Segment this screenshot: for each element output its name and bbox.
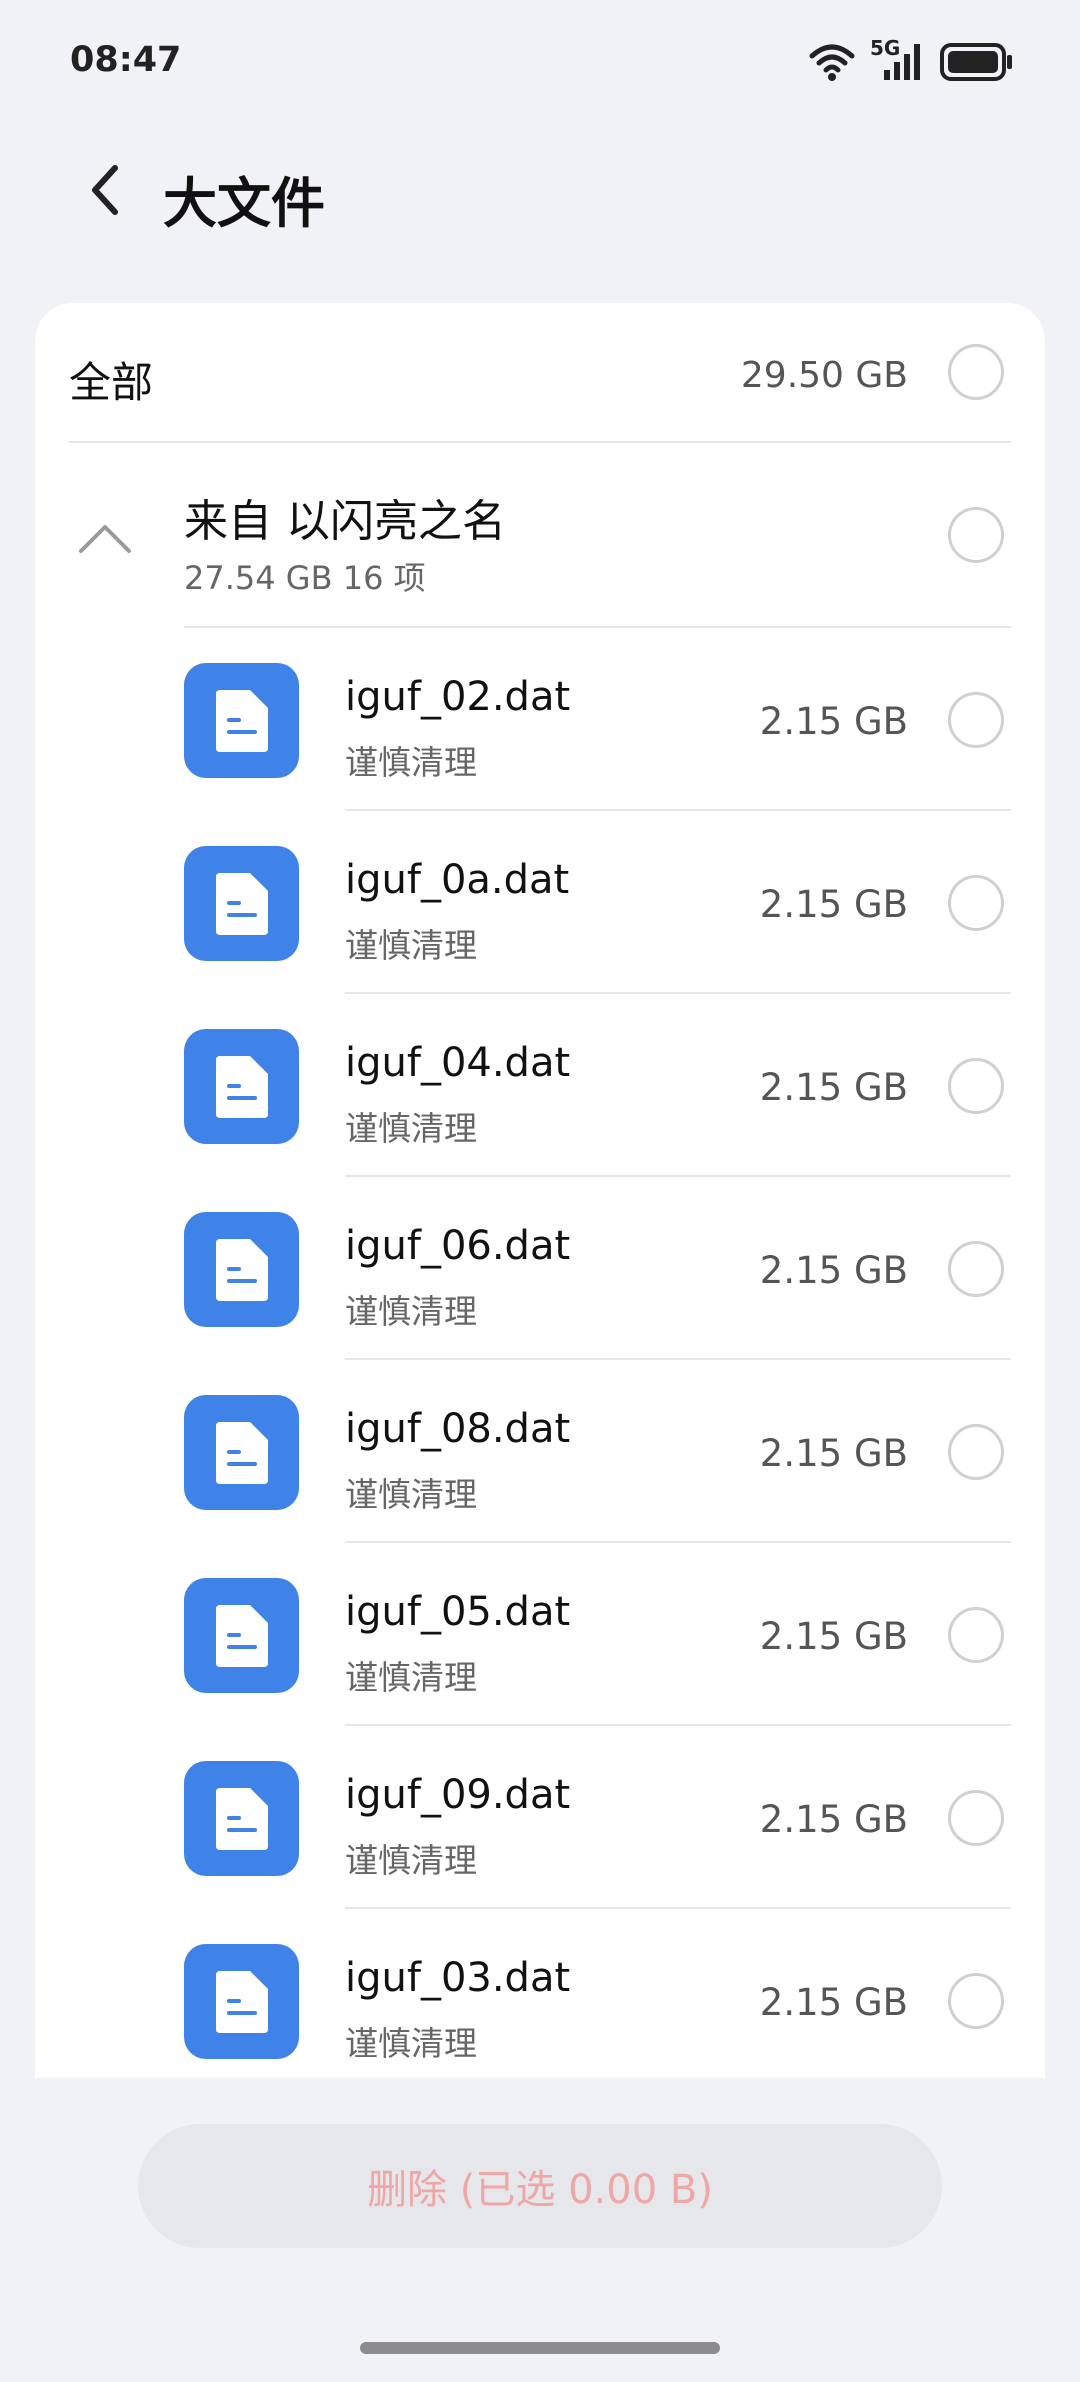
file-note: 谨慎清理: [345, 1292, 477, 1331]
file-name: iguf_05.dat: [345, 1589, 571, 1635]
select-all-label: 全部: [69, 358, 154, 407]
file-size: 2.15 GB: [759, 883, 908, 926]
file-size: 2.15 GB: [759, 1615, 908, 1658]
file-row[interactable]: iguf_06.dat 谨慎清理 2.15 GB: [35, 1177, 1045, 1360]
file-select-radio[interactable]: [948, 1607, 1004, 1663]
total-size: 29.50 GB: [740, 355, 908, 396]
file-name: iguf_03.dat: [345, 1955, 571, 2001]
file-name: iguf_02.dat: [345, 674, 571, 720]
file-card: 全部 29.50 GB 来自 以闪亮之名 27.54 GB 16 项 iguf_…: [35, 303, 1045, 2078]
file-size: 2.15 GB: [759, 1432, 908, 1475]
file-row[interactable]: iguf_05.dat 谨慎清理 2.15 GB: [35, 1543, 1045, 1726]
file-note: 谨慎清理: [345, 1109, 477, 1148]
file-row[interactable]: iguf_03.dat 谨慎清理 2.15 GB: [35, 1909, 1045, 2078]
battery-icon: [940, 43, 1014, 81]
file-size: 2.15 GB: [759, 700, 908, 743]
select-all-radio[interactable]: [948, 344, 1004, 400]
document-icon: [184, 1761, 299, 1876]
file-name: iguf_08.dat: [345, 1406, 571, 1452]
file-name: iguf_04.dat: [345, 1040, 571, 1086]
document-icon: [184, 1395, 299, 1510]
file-name: iguf_0a.dat: [345, 857, 570, 903]
file-note: 谨慎清理: [345, 743, 477, 782]
file-note: 谨慎清理: [345, 1658, 477, 1697]
select-all-row[interactable]: 全部 29.50 GB: [35, 303, 1045, 441]
document-icon: [184, 1578, 299, 1693]
status-bar: 08:47 5G: [0, 0, 1080, 125]
chevron-up-icon: [79, 525, 131, 553]
file-row[interactable]: iguf_04.dat 谨慎清理 2.15 GB: [35, 994, 1045, 1177]
back-button[interactable]: [70, 155, 140, 225]
document-icon: [184, 663, 299, 778]
document-icon: [184, 1029, 299, 1144]
file-select-radio[interactable]: [948, 1424, 1004, 1480]
page-title: 大文件: [163, 172, 325, 235]
group-row[interactable]: 来自 以闪亮之名 27.54 GB 16 项: [35, 443, 1045, 628]
file-note: 谨慎清理: [345, 1841, 477, 1880]
document-icon: [184, 846, 299, 961]
file-size: 2.15 GB: [759, 1249, 908, 1292]
group-select-radio[interactable]: [948, 507, 1004, 563]
wifi-icon: [808, 42, 856, 82]
file-select-radio[interactable]: [948, 692, 1004, 748]
file-list: iguf_02.dat 谨慎清理 2.15 GB iguf_0a.dat 谨慎清…: [35, 628, 1045, 2078]
file-select-radio[interactable]: [948, 1058, 1004, 1114]
header: 大文件: [0, 125, 1080, 255]
document-icon: [184, 1944, 299, 2059]
file-select-radio[interactable]: [948, 875, 1004, 931]
file-row[interactable]: iguf_08.dat 谨慎清理 2.15 GB: [35, 1360, 1045, 1543]
file-row[interactable]: iguf_02.dat 谨慎清理 2.15 GB: [35, 628, 1045, 811]
file-row[interactable]: iguf_0a.dat 谨慎清理 2.15 GB: [35, 811, 1045, 994]
file-note: 谨慎清理: [345, 926, 477, 965]
home-indicator[interactable]: [360, 2342, 720, 2354]
file-select-radio[interactable]: [948, 1790, 1004, 1846]
file-select-radio[interactable]: [948, 1973, 1004, 2029]
cellular-signal-icon: 5G: [870, 36, 926, 84]
file-row[interactable]: iguf_09.dat 谨慎清理 2.15 GB: [35, 1726, 1045, 1909]
file-name: iguf_09.dat: [345, 1772, 571, 1818]
file-size: 2.15 GB: [759, 1066, 908, 1109]
file-name: iguf_06.dat: [345, 1223, 571, 1269]
file-size: 2.15 GB: [759, 1798, 908, 1841]
chevron-left-icon: [92, 165, 118, 215]
group-title: 来自 以闪亮之名: [184, 496, 506, 547]
status-time: 08:47: [70, 40, 182, 80]
document-icon: [184, 1212, 299, 1327]
file-note: 谨慎清理: [345, 2024, 477, 2063]
status-icons: 5G: [808, 36, 1014, 84]
file-size: 2.15 GB: [759, 1981, 908, 2024]
file-select-radio[interactable]: [948, 1241, 1004, 1297]
file-note: 谨慎清理: [345, 1475, 477, 1514]
group-summary: 27.54 GB 16 项: [184, 559, 426, 597]
delete-button[interactable]: 删除 (已选 0.00 B): [138, 2124, 942, 2248]
collapse-button[interactable]: [75, 513, 135, 563]
